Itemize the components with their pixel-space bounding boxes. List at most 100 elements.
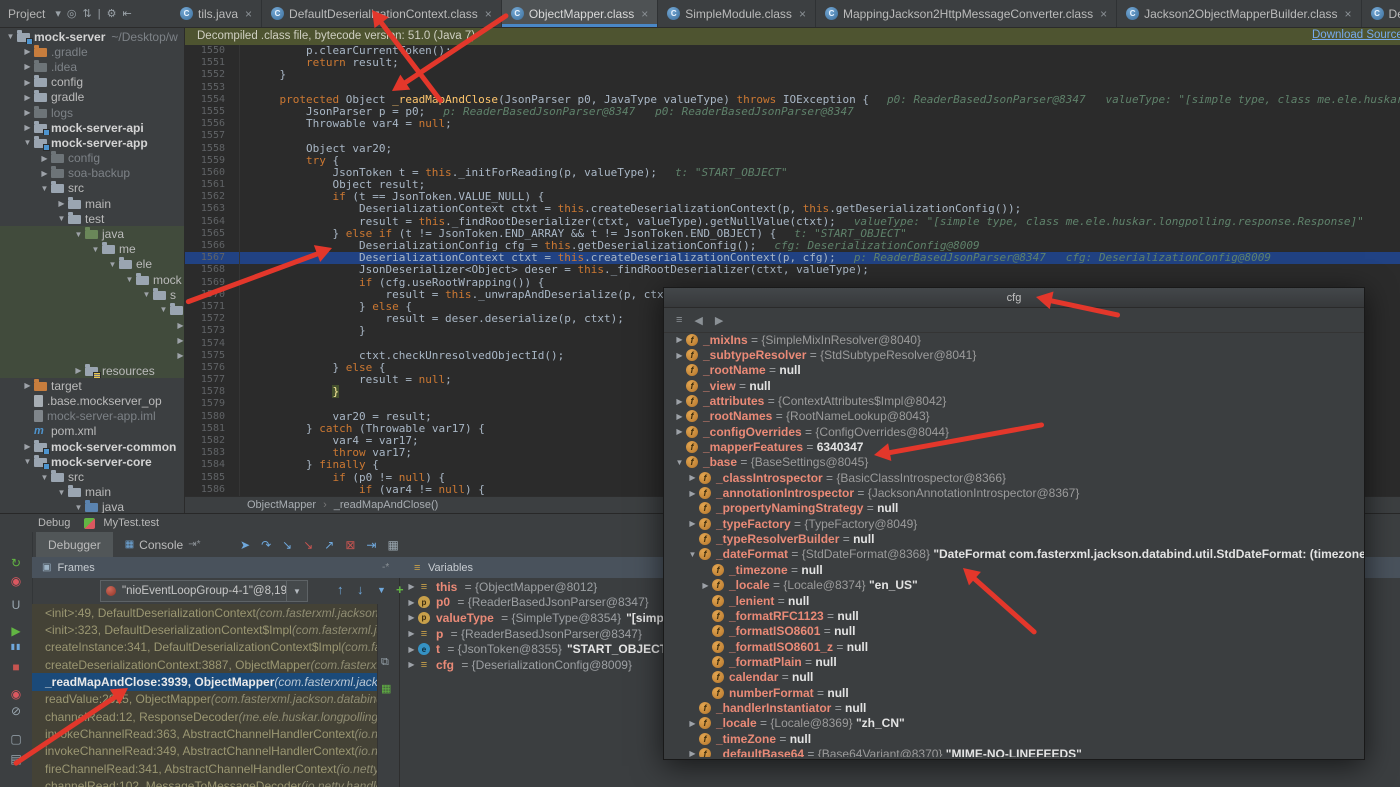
frame-row[interactable]: readValue:2925, ObjectMapper (com.faster… — [32, 690, 377, 709]
tree-item[interactable]: ▼ — [0, 302, 184, 318]
drop-frame-icon[interactable]: ⊠ — [345, 538, 355, 552]
thread-dropdown[interactable]: "nioEventLoopGroup-4-1"@8,196 in group "… — [100, 580, 308, 602]
chevron-down-icon[interactable]: ▼ — [157, 305, 170, 314]
tree-item[interactable]: ▶ .gradle — [0, 44, 184, 59]
back-icon[interactable]: ◀ — [694, 314, 702, 327]
popup-field-row[interactable]: f _timezone = null — [664, 562, 1364, 577]
tree-item[interactable]: ▶ target — [0, 378, 184, 393]
frame-row[interactable]: invokeChannelRead:363, AbstractChannelHa… — [32, 725, 377, 743]
chevron-down-icon[interactable]: ▼ — [140, 290, 153, 299]
chevron-right-icon[interactable]: ▶ — [174, 336, 184, 345]
chevron-right-icon[interactable]: ▶ — [55, 199, 68, 208]
popup-field-row[interactable]: ▶ f _classIntrospector = {BasicClassIntros… — [664, 470, 1364, 485]
tree-item[interactable]: ▶ main — [0, 196, 184, 211]
sort-icon[interactable]: ≡ — [676, 314, 682, 326]
chevron-right-icon[interactable]: ▶ — [21, 123, 34, 132]
tree-item[interactable]: ▶ — [0, 332, 184, 348]
frame-row[interactable]: fireChannelRead:341, AbstractChannelHand… — [32, 760, 377, 778]
chevron-down-icon[interactable]: ▼ — [686, 550, 699, 559]
tree-item[interactable]: ▼ src — [0, 181, 184, 196]
editor-tab[interactable]: C ObjectMapper.class × — [501, 0, 659, 27]
tree-item[interactable]: ▶ — [0, 317, 184, 333]
popup-field-row[interactable]: f _view = null — [664, 378, 1364, 393]
popup-field-row[interactable]: ▼ f _base = {BaseSettings@8045} — [664, 455, 1364, 470]
chevron-down-icon[interactable]: ▼ — [55, 488, 68, 497]
popup-field-row[interactable]: f _formatISO8601 = null — [664, 624, 1364, 639]
popup-field-row[interactable]: f _handlerInstantiator = null — [664, 700, 1364, 715]
chevron-down-icon[interactable]: ▼ — [21, 138, 34, 147]
chevron-right-icon[interactable]: ▶ — [673, 335, 686, 344]
chevron-down-icon[interactable]: ▾ — [55, 8, 61, 20]
debug-label[interactable]: Debug — [38, 517, 70, 529]
tree-item[interactable]: ▼ src — [0, 469, 184, 484]
chevron-right-icon[interactable]: ▶ — [405, 598, 418, 607]
pause-icon[interactable]: ▮▮ — [0, 642, 32, 651]
chevron-right-icon[interactable]: ▶ — [174, 321, 184, 330]
chevron-right-icon[interactable]: ▶ — [686, 473, 699, 482]
tree-item[interactable]: ▼ mock-server ~/Desktop/w — [0, 29, 184, 45]
tree-item[interactable]: ▼ me — [0, 241, 184, 257]
collapse-icon[interactable]: ⇅ — [83, 8, 92, 20]
close-icon[interactable]: × — [1345, 7, 1352, 21]
frame-row[interactable]: invokeChannelRead:349, AbstractChannelHa… — [32, 742, 377, 761]
tree-item[interactable]: ▼ java — [0, 226, 184, 242]
editor-tab[interactable]: C MappingJackson2HttpMessageConverter.cla… — [816, 0, 1118, 27]
chevron-down-icon[interactable]: ▼ — [38, 184, 51, 193]
popup-field-row[interactable]: ▶ f _rootNames = {RootNameLookup@8043} — [664, 409, 1364, 424]
popup-field-row[interactable]: ▶ f _locale = {Locale@8369} "zh_CN" — [664, 716, 1364, 731]
popup-field-row[interactable]: ▶ f _defaultBase64 = {Base64Variant@8370} … — [664, 746, 1364, 757]
chevron-right-icon[interactable]: ▶ — [72, 366, 85, 375]
chevron-right-icon[interactable]: ▶ — [21, 78, 34, 87]
view-breakpoints-icon[interactable]: ◉ — [0, 687, 32, 701]
step-over-icon[interactable]: ↷ — [261, 538, 271, 552]
code-line[interactable]: 1558 Object var20; — [185, 142, 1400, 155]
popup-field-row[interactable]: ▶ f _subtypeResolver = {StdSubtypeResolver… — [664, 347, 1364, 362]
chevron-right-icon[interactable]: ▶ — [21, 381, 34, 390]
chevron-down-icon[interactable]: ▼ — [4, 32, 17, 41]
gear-icon[interactable]: ⚙ — [107, 8, 117, 20]
chevron-right-icon[interactable]: ▶ — [21, 108, 34, 117]
chevron-right-icon[interactable]: ▶ — [405, 645, 418, 654]
breadcrumb-method[interactable]: _readMapAndClose() — [334, 499, 439, 511]
popup-field-row[interactable]: ▼ f _dateFormat = {StdDateFormat@8368} "Da… — [664, 547, 1364, 562]
editor-tab[interactable]: C Jackson2ObjectMapperBuilder.class × — [1117, 0, 1362, 27]
chevron-right-icon[interactable]: ▶ — [673, 427, 686, 436]
close-icon[interactable]: × — [245, 7, 252, 21]
frame-row[interactable]: channelRead:102, MessageToMessageDecoder… — [32, 777, 377, 787]
chevron-right-icon[interactable]: ▶ — [405, 660, 418, 669]
locate-icon[interactable]: ◎ — [67, 8, 77, 20]
popup-field-row[interactable]: f _rootName = null — [664, 363, 1364, 378]
tab-console[interactable]: ▦ Console ⇥* — [113, 532, 213, 557]
chevron-down-icon[interactable]: ▼ — [72, 230, 85, 239]
tree-item[interactable]: ▼ mock-server-core — [0, 454, 184, 470]
resume-icon[interactable]: ▶ — [0, 624, 32, 638]
dropdown-arrow-icon[interactable]: ▼ — [286, 581, 307, 601]
chevron-right-icon[interactable]: ▶ — [686, 749, 699, 757]
chevron-right-icon[interactable]: ▶ — [21, 442, 34, 451]
step-out-icon[interactable]: ↗ — [324, 538, 334, 552]
popup-field-row[interactable]: ▶ f _annotationIntrospector = {JacksonAnno… — [664, 485, 1364, 500]
tree-item[interactable]: ▶ mock-server-api — [0, 120, 184, 136]
frame-row[interactable]: <init>:323, DefaultDeserializationContex… — [32, 621, 377, 639]
breadcrumb-class[interactable]: ObjectMapper — [247, 499, 316, 511]
tree-item[interactable]: ▼ main — [0, 485, 184, 500]
chevron-right-icon[interactable]: ▶ — [686, 489, 699, 498]
stop-icon[interactable]: ■ — [0, 660, 32, 674]
close-icon[interactable]: × — [799, 7, 806, 21]
hide-panel-icon[interactable]: ⇤ — [122, 8, 131, 20]
tree-item[interactable]: .base.mockserver_op — [0, 394, 184, 409]
copy-icon[interactable]: ⧉ — [381, 656, 389, 669]
close-icon[interactable]: × — [1100, 7, 1107, 21]
popup-field-row[interactable]: f _typeResolverBuilder = null — [664, 531, 1364, 546]
chevron-right-icon[interactable]: ▶ — [21, 93, 34, 102]
popup-field-row[interactable]: f numberFormat = null — [664, 685, 1364, 700]
chevron-right-icon[interactable]: ▶ — [38, 154, 51, 163]
popup-field-row[interactable]: f calendar = null — [664, 670, 1364, 685]
run-to-cursor-icon[interactable]: ⇥ — [366, 538, 376, 552]
rerun-failed-icon[interactable]: ◉ — [0, 574, 32, 588]
popup-field-row[interactable]: ▶ f _typeFactory = {TypeFactory@8049} — [664, 516, 1364, 531]
chevron-down-icon[interactable]: ▼ — [89, 245, 102, 254]
frame-row[interactable]: createInstance:341, DefaultDeserializati… — [32, 638, 377, 657]
chevron-down-icon[interactable]: ▼ — [21, 457, 34, 466]
chevron-right-icon[interactable]: ▶ — [699, 581, 712, 590]
